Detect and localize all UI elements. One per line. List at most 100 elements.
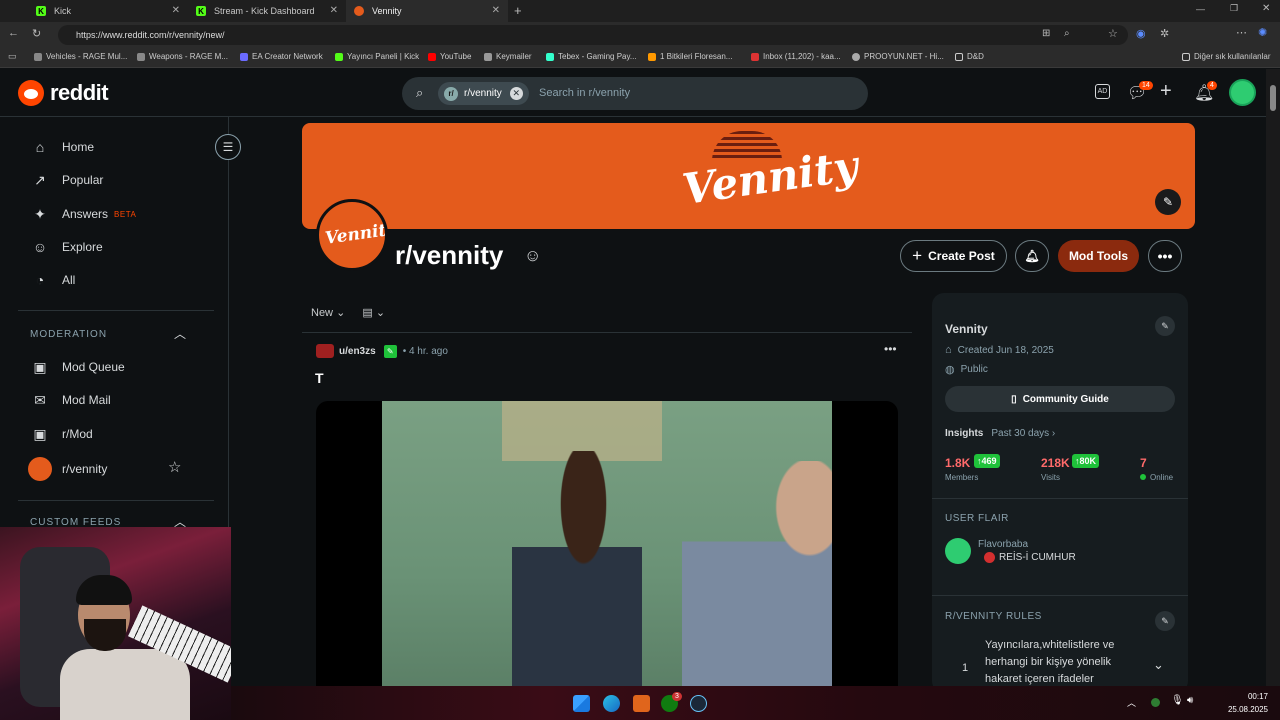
microphone-icon[interactable]: 🎙︎ [1171, 695, 1184, 706]
window-close-icon[interactable]: ✕ [1262, 3, 1270, 14]
app-icon[interactable] [633, 695, 650, 712]
post-title[interactable]: T [315, 370, 324, 386]
rage-icon [137, 52, 145, 61]
app-icon[interactable]: ⊞ [1042, 28, 1050, 39]
kick-favicon-icon: K [36, 6, 46, 16]
moderation-heading[interactable]: MODERATION [30, 329, 107, 340]
search-scope-chip[interactable]: r/ r/vennity ✕ [438, 82, 529, 105]
subreddit-avatar[interactable]: Vennity [316, 199, 388, 271]
post-options-icon[interactable]: ••• [884, 342, 897, 356]
notifications-badge: 4 [1207, 81, 1217, 90]
flair-tag[interactable]: REİS-İ CUMHUR [984, 552, 1076, 563]
tab-kick[interactable]: K Kick ✕ [28, 0, 188, 22]
steam-icon[interactable] [690, 695, 707, 712]
tab-vennity[interactable]: Vennity ✕ [346, 0, 508, 22]
browser-address-bar: ← ↻ https://www.reddit.com/r/vennity/new… [0, 22, 1280, 48]
bookmark-item[interactable]: EA Creator Network [240, 52, 323, 61]
tab-kick-dashboard[interactable]: K Stream - Kick Dashboard ✕ [188, 0, 346, 22]
banner-logo-text: Vennity [679, 140, 861, 215]
bookmark-item[interactable]: Tebex - Gaming Pay... [546, 52, 637, 61]
sidebar-item-answers[interactable]: ✦ Answers BETA [30, 204, 136, 224]
extensions-puzzle-icon[interactable]: ✲ [1160, 27, 1169, 40]
notifications-bell-button[interactable]: 🔔︎ [1015, 240, 1049, 272]
bookmark-item[interactable]: 1 Bitkileri Floresan... [648, 52, 732, 61]
mod-tools-button[interactable]: Mod Tools [1058, 240, 1139, 272]
close-tab-icon[interactable]: ✕ [172, 5, 180, 16]
url-text: https://www.reddit.com/r/vennity/new/ [76, 30, 225, 40]
collapse-sidebar-icon[interactable]: ☰ [215, 134, 241, 160]
page-scrollbar[interactable] [1266, 69, 1280, 686]
bookmark-item[interactable]: D&D [955, 52, 984, 61]
system-clock[interactable]: 00:17 25.08.2025 [1228, 690, 1268, 716]
insights-link[interactable]: Insights Past 30 days › [945, 428, 1055, 439]
copilot-icon[interactable]: ✺ [1258, 26, 1267, 39]
author-avatar[interactable] [316, 344, 334, 358]
rules-heading: R/VENNITY RULES [945, 611, 1042, 622]
close-tab-icon[interactable]: ✕ [492, 5, 500, 16]
chevron-down-icon[interactable]: ⌄ [1153, 657, 1164, 673]
more-options-button[interactable]: ••• [1148, 240, 1182, 272]
bookmark-item[interactable]: Inbox (11,202) - kaa... [751, 52, 841, 61]
sidebar-item-mod-mail[interactable]: ✉ Mod Mail [30, 390, 111, 410]
community-style-icon[interactable]: ☺ [524, 246, 541, 266]
sidebar-item-home[interactable]: ⌂ Home [30, 137, 94, 157]
sidebar-item-r-vennity[interactable]: r/vennity [28, 457, 107, 481]
sidebar-item-all[interactable]: ◔ All [30, 270, 76, 290]
refresh-icon[interactable]: ↻ [32, 27, 41, 40]
edit-rules-icon[interactable]: ✎ [1155, 611, 1175, 631]
speaker-icon[interactable]: 🔊︎ [1187, 695, 1193, 706]
edge-icon[interactable] [603, 695, 620, 712]
sidebar-item-mod-queue[interactable]: ▣ Mod Queue [30, 357, 124, 377]
reddit-logo[interactable]: reddit [18, 80, 109, 106]
clear-scope-icon[interactable]: ✕ [509, 87, 523, 100]
post-video[interactable] [316, 401, 898, 691]
favorite-star-icon[interactable]: ☆ [1108, 27, 1118, 40]
bookmark-item[interactable]: Vehicles - RAGE Mul... [34, 52, 127, 61]
bookmark-item[interactable]: PROOYUN.NET - Hi... [852, 52, 944, 61]
extension-icon[interactable]: ◉ [1136, 27, 1146, 40]
bookmark-folder-icon[interactable]: ▭ [8, 51, 17, 62]
edit-icon[interactable]: ✎ [1155, 316, 1175, 336]
windows-start-icon[interactable] [573, 695, 590, 712]
bookmark-item[interactable]: Yayıncı Paneli | Kick [335, 52, 419, 61]
url-input[interactable]: https://www.reddit.com/r/vennity/new/ [58, 25, 1128, 45]
sidebar-item-explore[interactable]: ☺ Explore [30, 237, 103, 257]
bookmark-item[interactable]: Weapons - RAGE M... [137, 52, 228, 61]
tray-chevron-icon[interactable]: ︿ [1127, 696, 1136, 709]
sort-dropdown[interactable]: New ⌄ [311, 307, 345, 319]
scrollbar-thumb[interactable] [1270, 85, 1276, 111]
search-input[interactable]: Search in r/vennity [539, 87, 630, 99]
close-tab-icon[interactable]: ✕ [330, 5, 338, 16]
user-avatar[interactable] [1229, 79, 1256, 106]
other-bookmarks[interactable]: Diğer sık kullanılanlar [1182, 52, 1270, 61]
create-post-button[interactable]: + Create Post [900, 240, 1007, 272]
create-icon[interactable]: + [1160, 80, 1172, 103]
search-bar[interactable]: ⌕ r/ r/vennity ✕ Search in r/vennity [402, 77, 868, 110]
subreddit-title: r/vennity [395, 240, 504, 270]
globe-icon: ◍ [945, 364, 955, 376]
back-icon[interactable]: ← [8, 27, 19, 39]
new-tab-icon[interactable]: + [514, 3, 522, 18]
plant-icon [648, 52, 656, 61]
favorite-star-icon[interactable]: ☆ [168, 458, 181, 476]
bookmark-item[interactable]: Keymailer [484, 52, 532, 61]
post-author[interactable]: u/en3zs [339, 346, 376, 357]
visits-label: Visits [1041, 473, 1060, 482]
bookmark-item[interactable]: YouTube [428, 52, 471, 61]
zoom-icon[interactable]: ⌕ [1064, 28, 1070, 39]
advertise-icon[interactable]: AD [1095, 84, 1110, 99]
maximize-icon[interactable]: ❐ [1230, 3, 1238, 14]
mod-shield-icon: ✎ [383, 344, 397, 358]
minimize-icon[interactable]: — [1196, 4, 1205, 14]
browser-menu-icon[interactable]: ⋯ [1236, 26, 1247, 39]
clock-time: 00:17 [1247, 692, 1268, 701]
community-guide-button[interactable]: ▯ Community Guide [945, 386, 1175, 412]
tray-app-icon[interactable] [1151, 698, 1160, 707]
edit-banner-icon[interactable]: ✎ [1155, 189, 1181, 215]
sidebar-item-r-mod[interactable]: ▣ r/Mod [30, 424, 92, 444]
visits-delta: ↑80K [1072, 454, 1100, 468]
view-toggle[interactable]: ▤ ⌄ [362, 307, 385, 319]
chevron-up-icon[interactable]: ︿ [174, 325, 186, 342]
sidebar-item-popular[interactable]: ↗ Popular [30, 170, 103, 190]
rule-text[interactable]: Yayıncılara,whitelistlere ve herhangi bi… [985, 637, 1145, 688]
